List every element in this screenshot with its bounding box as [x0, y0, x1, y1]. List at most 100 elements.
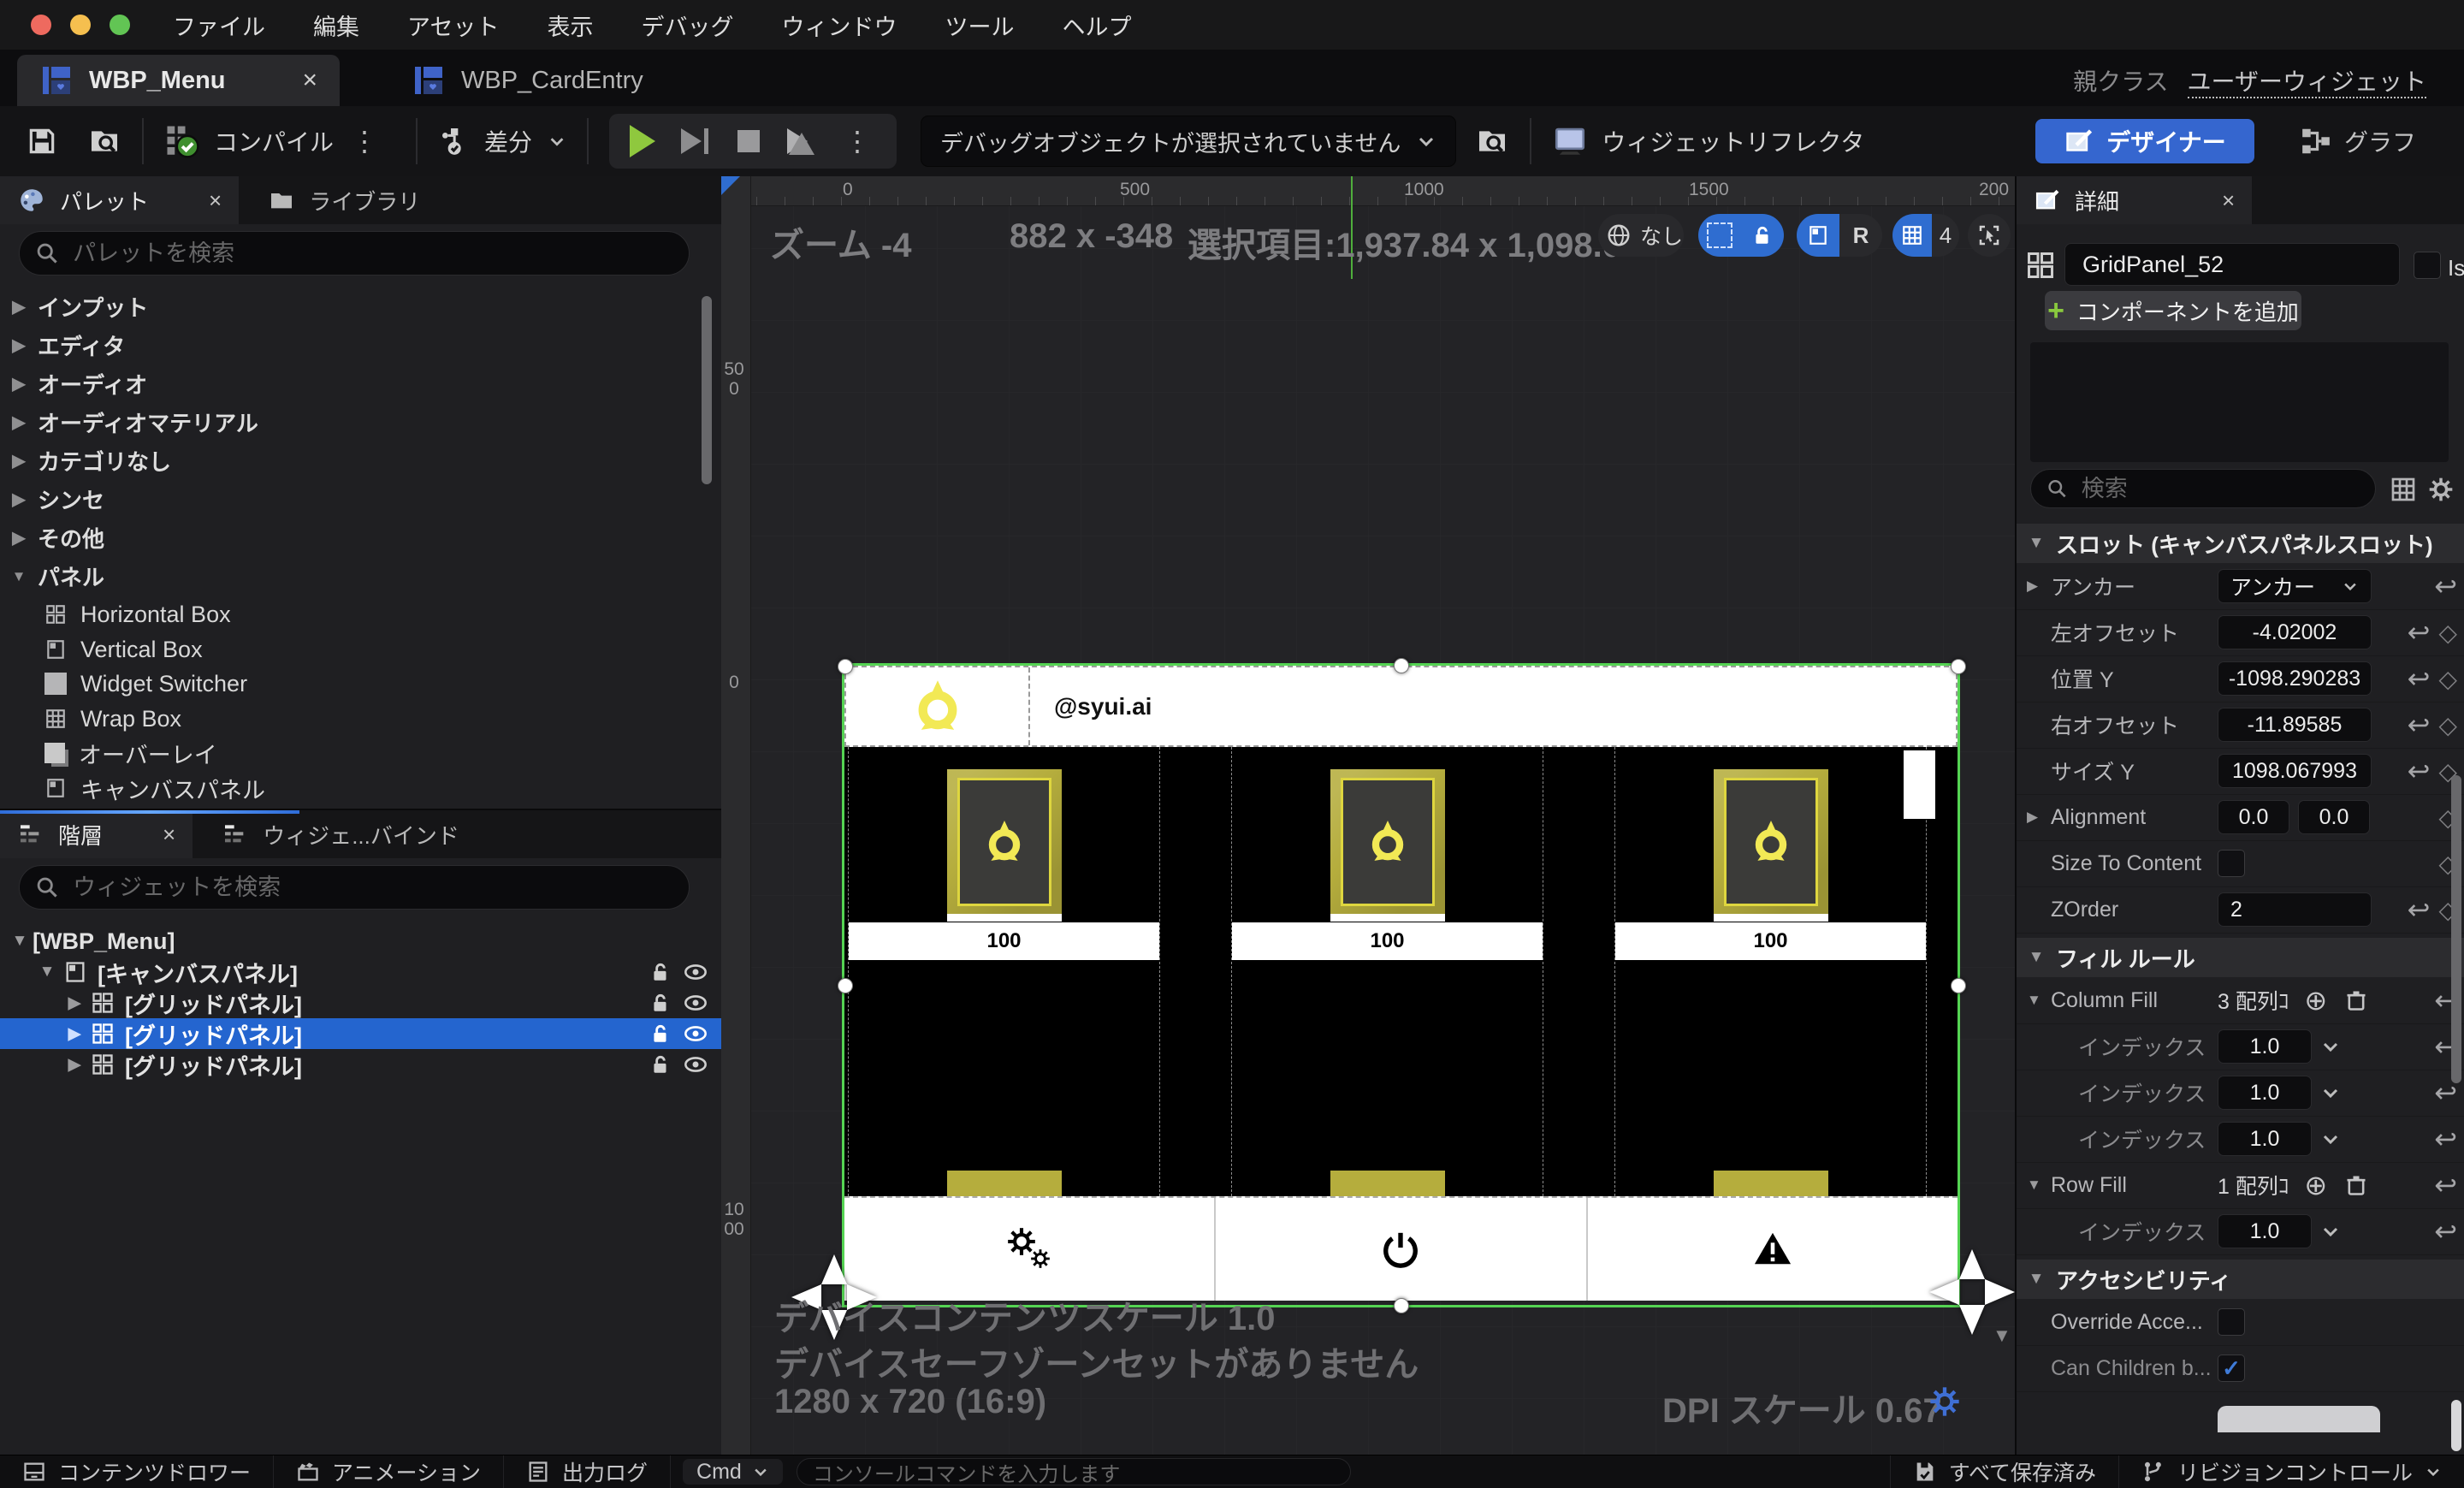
stop-icon[interactable]: [737, 130, 760, 152]
collapse-arrow-icon[interactable]: ▼: [2027, 1177, 2051, 1194]
add-element-icon[interactable]: ⊕: [2304, 1169, 2327, 1201]
menu-asset[interactable]: アセット: [407, 9, 499, 42]
designer-viewport[interactable]: 0 500 1000 1500 200 500 0 1000 ズーム -4 88…: [721, 176, 2015, 1455]
designer-mode-button[interactable]: デザイナー: [2035, 119, 2254, 163]
override-accessible-checkbox[interactable]: [2218, 1308, 2245, 1336]
add-component-button[interactable]: +コンポーネントを追加: [2045, 291, 2301, 330]
widget-name-input[interactable]: GridPanel_52: [2064, 243, 2400, 286]
resize-handle-left-center[interactable]: [838, 978, 853, 993]
diff-button[interactable]: 差分: [438, 124, 566, 158]
resize-arrows-bottom-right[interactable]: [1929, 1249, 2015, 1335]
menu-help[interactable]: ヘルプ: [1062, 9, 1131, 42]
expand-arrow-icon[interactable]: ▶: [0, 450, 38, 471]
graph-mode-button[interactable]: グラフ: [2300, 119, 2416, 163]
revert-icon[interactable]: ↩: [2408, 708, 2431, 741]
index-value-input[interactable]: 1.0: [2218, 1076, 2312, 1110]
zorder-input[interactable]: 2: [2218, 892, 2372, 927]
expand-arrow-icon[interactable]: ▶: [0, 296, 38, 317]
expand-arrow-icon[interactable]: ▶: [2027, 578, 2051, 595]
cmd-dropdown[interactable]: Cmd: [683, 1459, 783, 1485]
revert-icon[interactable]: ↩: [2434, 1123, 2457, 1155]
expand-arrow-icon[interactable]: ▶: [62, 1024, 87, 1044]
content-drawer-button[interactable]: コンテンツドロワー: [0, 1455, 274, 1488]
revision-control-button[interactable]: リビジョンコントロール: [2118, 1455, 2464, 1488]
compile-options-kebab-icon[interactable]: ⋮: [351, 125, 378, 157]
revert-icon[interactable]: ↩: [2434, 1215, 2457, 1248]
expand-arrow-icon[interactable]: ▶: [0, 412, 38, 433]
selected-widget-preview[interactable]: @syui.ai 100 100: [844, 666, 1958, 1305]
palette-scrollbar[interactable]: [702, 296, 712, 484]
expand-arrow-icon[interactable]: ▶: [62, 993, 87, 1013]
tree-row-grid-panel-3[interactable]: ▶ [グリッドパネル]: [0, 1049, 721, 1080]
traffic-light-minimize[interactable]: [70, 15, 91, 35]
palette-category-audio[interactable]: ▶オーディオ: [0, 365, 702, 403]
scroll-down-arrow-icon[interactable]: ▼: [1993, 1325, 2011, 1347]
close-icon[interactable]: ×: [209, 187, 222, 214]
lock-selection-toggle[interactable]: [1698, 214, 1784, 257]
menu-file[interactable]: ファイル: [173, 9, 265, 42]
details-scrollbar[interactable]: [2451, 775, 2461, 1083]
partial-dropdown[interactable]: [2218, 1406, 2380, 1432]
revert-icon[interactable]: ↩: [2434, 1169, 2457, 1201]
pos-y-input[interactable]: -1098.290283: [2218, 661, 2372, 696]
anchor-dropdown[interactable]: アンカー: [2218, 569, 2372, 603]
chevron-down-icon[interactable]: [2320, 1129, 2341, 1149]
grid-snap-toggle[interactable]: 4: [1892, 214, 1959, 257]
palette-category-synth[interactable]: ▶シンセ: [0, 480, 702, 519]
expand-arrow-icon[interactable]: ▶: [2027, 809, 2051, 826]
chevron-down-icon[interactable]: [2320, 1221, 2341, 1242]
compile-button[interactable]: コンパイル: [164, 123, 334, 159]
browse-debug-icon[interactable]: [1475, 124, 1509, 158]
dpi-settings-gear-icon[interactable]: [1928, 1384, 1962, 1419]
tab-wbp-menu[interactable]: WBP_Menu ×: [17, 55, 340, 106]
menu-debug[interactable]: デバッグ: [641, 9, 733, 42]
resize-handle-top-center[interactable]: [1394, 658, 1409, 673]
chevron-down-icon[interactable]: [2320, 1036, 2341, 1057]
play-icon[interactable]: [630, 125, 655, 157]
palette-category-uncategorized[interactable]: ▶カテゴリなし: [0, 442, 702, 480]
revert-icon[interactable]: ↩: [2434, 570, 2457, 602]
collapse-arrow-icon[interactable]: ▼: [34, 963, 60, 981]
animation-button[interactable]: アニメーション: [274, 1455, 504, 1488]
lock-icon[interactable]: [649, 1053, 672, 1076]
palette-category-other[interactable]: ▶その他: [0, 519, 702, 557]
palette-category-panel[interactable]: ▼パネル: [0, 557, 702, 596]
index-value-input[interactable]: 1.0: [2218, 1214, 2312, 1248]
lock-icon[interactable]: [649, 1023, 672, 1045]
resize-handle-top-left[interactable]: [838, 659, 853, 674]
visibility-eye-icon[interactable]: [684, 1022, 708, 1046]
palette-item-overlay[interactable]: オーバーレイ: [0, 736, 702, 770]
debug-object-dropdown[interactable]: デバッグオブジェクトが選択されていません: [921, 116, 1456, 167]
size-to-content-checkbox[interactable]: [2218, 850, 2245, 877]
bind-diamond-icon[interactable]: ◇: [2438, 619, 2457, 647]
palette-category-input[interactable]: ▶インプット: [0, 288, 702, 326]
tree-row-root[interactable]: ▼ [WBP_Menu]: [0, 926, 721, 957]
select-mode-button[interactable]: [1968, 214, 2011, 257]
expand-arrow-icon[interactable]: ▶: [62, 1055, 87, 1075]
tab-palette[interactable]: パレット ×: [0, 176, 239, 224]
bind-diamond-icon[interactable]: ◇: [2438, 711, 2457, 739]
display-filter-icon[interactable]: [2390, 476, 2417, 503]
can-children-checkbox[interactable]: ✓: [2218, 1355, 2245, 1382]
tab-hierarchy[interactable]: 階層 ×: [0, 810, 192, 858]
expand-arrow-icon[interactable]: ▶: [0, 489, 38, 510]
skip-icon[interactable]: [787, 127, 814, 155]
step-icon[interactable]: [681, 128, 708, 154]
parent-class-link[interactable]: ユーザーウィジェット: [2188, 68, 2426, 98]
tree-row-grid-panel-1[interactable]: ▶ [グリッドパネル]: [0, 987, 721, 1018]
tab-close-icon[interactable]: ×: [303, 66, 318, 95]
browse-asset-icon[interactable]: [87, 124, 121, 158]
hierarchy-search[interactable]: [19, 865, 690, 910]
save-icon[interactable]: [26, 125, 58, 157]
collapse-arrow-icon[interactable]: ▼: [7, 932, 33, 951]
resize-handle-bottom-center[interactable]: [1394, 1298, 1409, 1313]
visibility-eye-icon[interactable]: [684, 1052, 708, 1076]
offset-left-input[interactable]: -4.02002: [2218, 615, 2372, 649]
traffic-light-close[interactable]: [31, 15, 51, 35]
menu-tools[interactable]: ツール: [945, 9, 1014, 42]
menu-view[interactable]: 表示: [547, 9, 593, 42]
collapse-arrow-icon[interactable]: ▼: [2027, 992, 2051, 1009]
expand-arrow-icon[interactable]: ▶: [0, 373, 38, 394]
palette-item-wrap-box[interactable]: Wrap Box: [0, 702, 702, 736]
tree-row-grid-panel-2-selected[interactable]: ▶ [グリッドパネル]: [0, 1018, 721, 1049]
